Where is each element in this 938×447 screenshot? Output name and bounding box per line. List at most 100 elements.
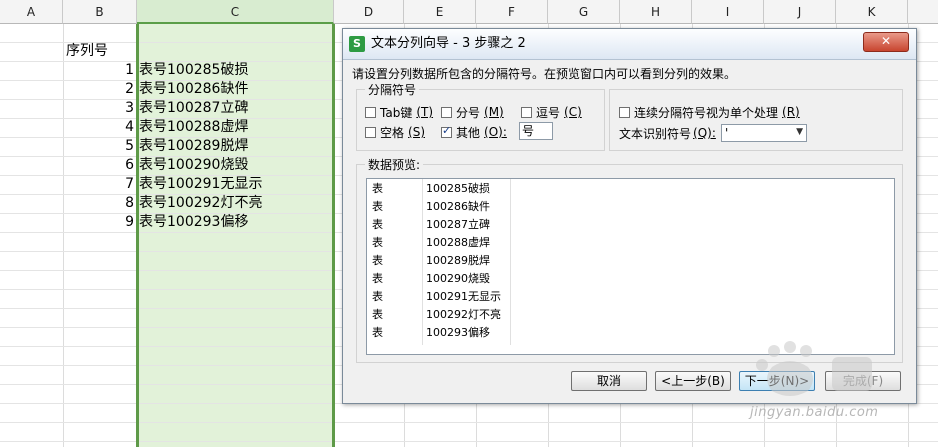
preview-cell: 100285破损 xyxy=(426,182,490,195)
other-option[interactable]: 其他 (O): xyxy=(441,124,507,140)
space-label: 空格 xyxy=(380,125,405,140)
cell-row-number[interactable]: 9 xyxy=(104,213,134,232)
preview-cell: 100289脱焊 xyxy=(426,254,490,267)
qualifier-select[interactable]: ' ▼ xyxy=(721,124,807,142)
cell-row-text[interactable]: 表号100292灯不亮 xyxy=(139,194,262,213)
cell-row-text[interactable]: 表号100285破损 xyxy=(139,61,248,80)
app-icon: S xyxy=(349,36,365,52)
preview-row: 表 100287立碑 xyxy=(367,216,894,234)
column-header-c[interactable]: C xyxy=(137,0,334,24)
preview-cell: 表 xyxy=(372,200,383,213)
cell-row-text[interactable]: 表号100293偏移 xyxy=(139,213,248,232)
other-shortcut: (O): xyxy=(484,125,507,139)
preview-cell: 表 xyxy=(372,290,383,303)
text-to-columns-dialog: S 文本分列向导 - 3 步骤之 2 ✕ 请设置分列数据所包含的分隔符号。在预览… xyxy=(342,28,917,404)
back-button[interactable]: <上一步(B) xyxy=(655,371,731,391)
consecutive-label: 连续分隔符号视为单个处理 xyxy=(634,105,779,120)
cell-row-number[interactable]: 5 xyxy=(104,137,134,156)
space-option[interactable]: 空格 (S) xyxy=(365,124,425,140)
preview-row: 表 100286缺件 xyxy=(367,198,894,216)
dialog-title: 文本分列向导 - 3 步骤之 2 xyxy=(371,36,526,51)
cell-row-text[interactable]: 表号100288虚焊 xyxy=(139,118,248,137)
column-header-k[interactable]: K xyxy=(836,0,908,24)
consecutive-option[interactable]: 连续分隔符号视为单个处理 (R) xyxy=(619,104,800,120)
next-button[interactable]: 下一步(N)> xyxy=(739,371,815,391)
column-header-a[interactable]: A xyxy=(0,0,63,24)
consecutive-checkbox[interactable] xyxy=(619,106,630,118)
qualifier-value: ' xyxy=(725,126,729,140)
space-shortcut: (S) xyxy=(408,125,425,139)
cell-row-number[interactable]: 6 xyxy=(104,156,134,175)
semicolon-option[interactable]: 分号 (M) xyxy=(441,104,504,120)
preview-cell: 表 xyxy=(372,326,383,339)
semicolon-checkbox[interactable] xyxy=(441,106,452,118)
cell-row-number[interactable]: 1 xyxy=(104,61,134,80)
preview-cell: 表 xyxy=(372,218,383,231)
dialog-titlebar[interactable]: S 文本分列向导 - 3 步骤之 2 ✕ xyxy=(343,29,916,60)
preview-cell: 100292灯不亮 xyxy=(426,308,501,321)
semicolon-shortcut: (M) xyxy=(484,105,504,119)
preview-row: 表 100289脱焊 xyxy=(367,252,894,270)
chevron-down-icon[interactable]: ▼ xyxy=(796,124,803,140)
preview-cell: 100290烧毁 xyxy=(426,272,490,285)
tab-shortcut: (T) xyxy=(416,105,434,119)
cell-row-number[interactable]: 3 xyxy=(104,99,134,118)
preview-cell: 表 xyxy=(372,182,383,195)
selection-border-right xyxy=(332,24,335,447)
column-header-f[interactable]: F xyxy=(476,0,548,24)
preview-row: 表 100290烧毁 xyxy=(367,270,894,288)
preview-cell: 100293偏移 xyxy=(426,326,490,339)
preview-row: 表 100291无显示 xyxy=(367,288,894,306)
preview-cell: 表 xyxy=(372,236,383,249)
cell-row-number[interactable]: 7 xyxy=(104,175,134,194)
column-header-h[interactable]: H xyxy=(620,0,692,24)
column-header-extra xyxy=(908,0,938,24)
grid-line xyxy=(0,422,938,423)
cell-row-number[interactable]: 8 xyxy=(104,194,134,213)
comma-checkbox[interactable] xyxy=(521,106,532,118)
preview-row: 表 100285破损 xyxy=(367,180,894,198)
other-label: 其他 xyxy=(456,125,481,140)
column-header-d[interactable]: D xyxy=(334,0,404,24)
column-header-g[interactable]: G xyxy=(548,0,620,24)
preview-cell: 100291无显示 xyxy=(426,290,501,303)
data-preview[interactable]: 表 100285破损 表 100286缺件 表 100287立碑 表 10028… xyxy=(366,178,895,355)
preview-row: 表 100293偏移 xyxy=(367,324,894,342)
cell-row-text[interactable]: 表号100287立碑 xyxy=(139,99,248,118)
preview-cell: 100286缺件 xyxy=(426,200,490,213)
column-header-e[interactable]: E xyxy=(404,0,476,24)
cell-row-text[interactable]: 表号100289脱焊 xyxy=(139,137,248,156)
preview-cell: 表 xyxy=(372,308,383,321)
qualifier-label-row: 文本识别符号 (Q): xyxy=(619,125,716,141)
comma-option[interactable]: 逗号 (C) xyxy=(521,104,582,120)
tab-checkbox[interactable] xyxy=(365,106,376,118)
column-header-i[interactable]: I xyxy=(692,0,764,24)
column-header-b[interactable]: B xyxy=(63,0,137,24)
preview-cell: 表 xyxy=(372,272,383,285)
cancel-button[interactable]: 取消 xyxy=(571,371,647,391)
cell-row-text[interactable]: 表号100290烧毁 xyxy=(139,156,248,175)
comma-shortcut: (C) xyxy=(564,105,582,119)
other-checkbox[interactable] xyxy=(441,124,452,138)
cell-row-number[interactable]: 2 xyxy=(104,80,134,99)
preview-cell: 100288虚焊 xyxy=(426,236,490,249)
close-button[interactable]: ✕ xyxy=(863,32,909,52)
preview-title: 数据预览: xyxy=(365,156,424,173)
preview-row: 表 100292灯不亮 xyxy=(367,306,894,324)
preview-cell: 100287立碑 xyxy=(426,218,490,231)
cell-row-number[interactable]: 4 xyxy=(104,118,134,137)
finish-button[interactable]: 完成(F) xyxy=(825,371,901,391)
column-header-j[interactable]: J xyxy=(764,0,836,24)
tab-option[interactable]: Tab键 (T) xyxy=(365,104,433,120)
tab-label: Tab键 xyxy=(380,105,413,120)
space-checkbox[interactable] xyxy=(365,126,376,138)
instruction-text: 请设置分列数据所包含的分隔符号。在预览窗口内可以看到分列的效果。 xyxy=(352,67,737,81)
qualifier-label: 文本识别符号 xyxy=(619,126,692,141)
cell-row-text[interactable]: 表号100291无显示 xyxy=(139,175,262,194)
qualifier-shortcut: (Q): xyxy=(693,126,716,140)
other-delimiter-input[interactable]: 号 xyxy=(519,122,553,140)
cell-row-text[interactable]: 表号100286缺件 xyxy=(139,80,248,99)
cell-b2-header[interactable]: 序列号 xyxy=(66,42,108,61)
delimiter-group-title: 分隔符号 xyxy=(365,81,420,98)
preview-row: 表 100288虚焊 xyxy=(367,234,894,252)
